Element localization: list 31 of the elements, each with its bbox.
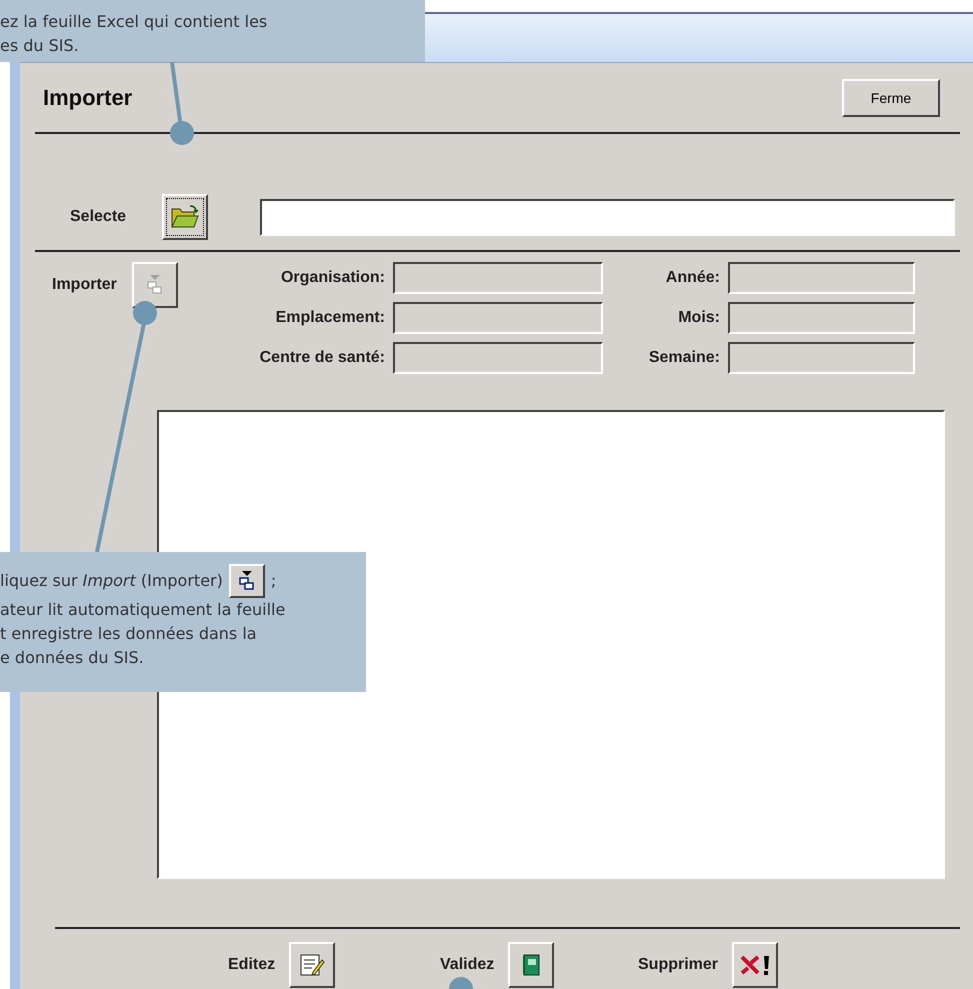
field-label: Semaine:	[648, 349, 721, 367]
book-icon	[521, 953, 542, 977]
field-label: Organisation:	[280, 269, 386, 287]
folder-icon	[170, 204, 200, 230]
field-label: Centre de santé:	[258, 349, 386, 367]
file-path-field[interactable]	[260, 198, 955, 236]
close-button[interactable]: Ferme	[842, 78, 940, 116]
action-button[interactable]	[289, 942, 336, 988]
field-label: Mois:	[677, 309, 721, 327]
callout-text: es du SIS.	[0, 35, 80, 57]
callout-text: ateur lit automatiquement la feuille	[0, 599, 286, 621]
callout-text: liquez sur Import (Importer)	[0, 570, 223, 592]
callout-text: e données du SIS.	[0, 647, 145, 669]
import-icon	[146, 274, 164, 296]
field-label: Année:	[664, 269, 721, 287]
callout-text: ;	[270, 570, 276, 592]
callout-text: ez la feuille Excel qui contient les	[0, 11, 268, 33]
field-label: Emplacement:	[274, 309, 386, 327]
import-icon	[228, 564, 265, 598]
action-label: Validez	[440, 956, 494, 974]
action-button[interactable]	[508, 942, 554, 988]
import-label: Importer	[52, 276, 117, 294]
open-folder-button[interactable]	[162, 194, 208, 240]
action-button[interactable]	[732, 942, 778, 988]
leader-line	[449, 977, 473, 989]
callout-text: t enregistre les données dans la	[0, 623, 258, 645]
edit-document-icon	[299, 952, 326, 978]
select-label: Selecte	[70, 208, 128, 226]
dialog-title: Importer	[43, 84, 132, 110]
action-label: Editez	[228, 956, 276, 974]
action-label: Supprimer	[638, 956, 718, 974]
